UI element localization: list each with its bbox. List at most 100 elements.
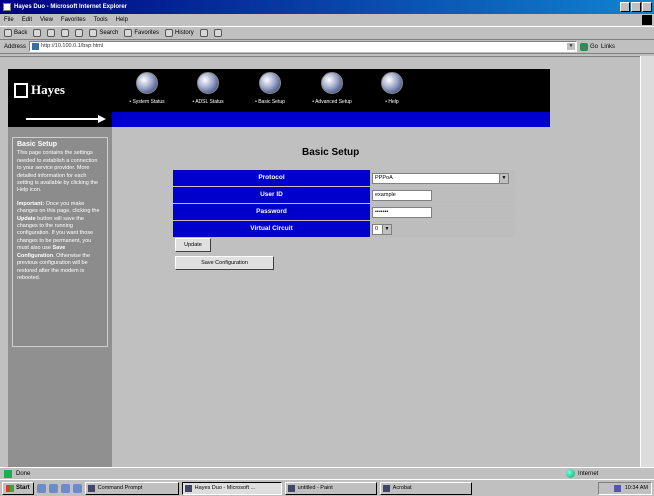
address-dropdown[interactable]: ▼ bbox=[567, 43, 576, 50]
form-row-virtual-circuit: Virtual Circuit 0 ▼ bbox=[173, 221, 515, 237]
home-button[interactable] bbox=[75, 29, 84, 37]
menu-file[interactable]: File bbox=[4, 14, 14, 26]
maximize-button[interactable] bbox=[631, 2, 641, 12]
minimize-button[interactable] bbox=[620, 2, 630, 12]
windows-logo-icon bbox=[642, 15, 652, 25]
stop-button[interactable] bbox=[47, 29, 56, 37]
address-input[interactable]: http://10.100.0.1/bsp.html ▼ bbox=[29, 41, 578, 52]
quicklaunch-ie-icon[interactable] bbox=[48, 483, 58, 493]
task-acrobat[interactable]: Acrobat bbox=[379, 481, 472, 495]
sidebar-title: Basic Setup bbox=[17, 141, 58, 148]
history-icon bbox=[165, 29, 174, 37]
sidebar-intro: This page contains the settings needed t… bbox=[17, 150, 99, 194]
start-button[interactable]: Start bbox=[2, 481, 34, 495]
ie-icon bbox=[3, 3, 11, 11]
basic-setup-icon bbox=[259, 72, 281, 94]
chevron-down-icon: ▼ bbox=[499, 173, 508, 183]
internet-zone-icon bbox=[566, 469, 575, 478]
security-zone: Internet bbox=[566, 469, 598, 478]
arrow-right-icon bbox=[98, 115, 106, 123]
browser-window: Hayes Duo - Microsoft Internet Explorer … bbox=[0, 0, 654, 496]
status-text: Done bbox=[16, 470, 31, 477]
quicklaunch-desktop-icon[interactable] bbox=[36, 483, 46, 493]
page-icon bbox=[32, 43, 40, 50]
refresh-button[interactable] bbox=[61, 29, 70, 37]
password-input[interactable]: ••••••• bbox=[372, 206, 432, 218]
clock: 10:34 AM bbox=[624, 485, 648, 491]
go-arrow-icon bbox=[580, 42, 589, 51]
update-button[interactable]: Update bbox=[175, 238, 211, 252]
home-icon bbox=[75, 29, 84, 37]
quicklaunch-media-icon[interactable] bbox=[72, 483, 82, 493]
virtual-circuit-label: Virtual Circuit bbox=[173, 221, 370, 237]
system-tray: 10:34 AM bbox=[598, 482, 652, 495]
nav-adsl-status[interactable]: • ADSL Status bbox=[182, 72, 234, 112]
header-blue-bar bbox=[8, 112, 550, 127]
mail-icon bbox=[199, 29, 208, 37]
back-icon bbox=[4, 29, 12, 37]
close-button[interactable] bbox=[642, 2, 652, 12]
mail-button[interactable] bbox=[199, 29, 208, 37]
page-content: Hayes • System Status • ADSL Status • Ba… bbox=[0, 56, 640, 468]
arrow-cell bbox=[8, 112, 112, 127]
task-command-prompt[interactable]: Command Prompt bbox=[84, 481, 179, 495]
task-hayes-duo[interactable]: Hayes Duo - Microsoft ... bbox=[181, 481, 282, 495]
adsl-status-icon bbox=[197, 72, 219, 94]
page-title: Basic Setup bbox=[302, 147, 360, 158]
arrow-line bbox=[26, 118, 100, 120]
sidebar-important: Important: Once you make changes on this… bbox=[17, 200, 100, 281]
protocol-select[interactable]: PPPoA ▼ bbox=[372, 172, 509, 184]
stop-icon bbox=[47, 29, 56, 37]
search-button[interactable]: Search bbox=[89, 29, 118, 37]
windows-flag-icon bbox=[6, 484, 14, 492]
form-row-password: Password ••••••• bbox=[173, 204, 515, 220]
form-row-protocol: Protocol PPPoA ▼ bbox=[173, 170, 515, 186]
nav-advanced-setup[interactable]: • Advanced Setup bbox=[306, 72, 358, 112]
nav-basic-setup[interactable]: • Basic Setup bbox=[244, 72, 296, 112]
virtual-circuit-select[interactable]: 0 ▼ bbox=[372, 223, 392, 235]
window-title: Hayes Duo - Microsoft Internet Explorer bbox=[14, 4, 128, 10]
menu-bar: File Edit View Favorites Tools Help bbox=[0, 14, 654, 26]
forward-button[interactable] bbox=[33, 29, 42, 37]
history-button[interactable]: History bbox=[165, 29, 194, 37]
paint-icon bbox=[287, 484, 295, 492]
address-label: Address bbox=[4, 43, 27, 50]
go-button[interactable]: Go bbox=[580, 42, 598, 51]
userid-label: User ID bbox=[173, 187, 370, 203]
back-button[interactable]: Back bbox=[4, 29, 27, 37]
sidebar-help-panel: Basic Setup This page contains the setti… bbox=[12, 137, 108, 347]
standard-toolbar: Back Search Favorites History bbox=[0, 26, 654, 40]
hayes-logo-icon bbox=[14, 82, 28, 98]
vertical-scrollbar[interactable] bbox=[640, 56, 654, 467]
menu-tools[interactable]: Tools bbox=[94, 14, 108, 26]
ie-task-icon bbox=[184, 484, 192, 492]
page-done-icon bbox=[4, 469, 12, 478]
menu-favorites[interactable]: Favorites bbox=[61, 14, 86, 26]
hayes-logo: Hayes bbox=[14, 82, 65, 98]
nav-system-status[interactable]: • System Status bbox=[121, 72, 173, 112]
save-configuration-button[interactable]: Save Configuration bbox=[175, 256, 274, 270]
menu-view[interactable]: View bbox=[40, 14, 53, 26]
help-icon bbox=[381, 72, 403, 94]
protocol-label: Protocol bbox=[173, 170, 370, 186]
sidebar: Basic Setup This page contains the setti… bbox=[8, 127, 112, 468]
favorites-button[interactable]: Favorites bbox=[124, 29, 159, 37]
address-bar: Address http://10.100.0.1/bsp.html ▼ Go … bbox=[0, 40, 654, 54]
menu-edit[interactable]: Edit bbox=[22, 14, 32, 26]
print-icon bbox=[213, 29, 222, 37]
task-paint[interactable]: untitled - Paint bbox=[284, 481, 377, 495]
cmd-icon bbox=[87, 484, 95, 492]
system-status-icon bbox=[136, 72, 158, 94]
links-button[interactable]: Links bbox=[601, 44, 615, 50]
nav-help[interactable]: • Help bbox=[366, 72, 418, 112]
basic-setup-form: Protocol PPPoA ▼ User ID example Passwor… bbox=[173, 170, 515, 238]
print-button[interactable] bbox=[213, 29, 222, 37]
menu-help[interactable]: Help bbox=[116, 14, 128, 26]
password-label: Password bbox=[173, 204, 370, 220]
network-icon[interactable] bbox=[613, 485, 621, 492]
forward-icon bbox=[33, 29, 42, 37]
hayes-header: Hayes • System Status • ADSL Status • Ba… bbox=[8, 69, 550, 112]
userid-input[interactable]: example bbox=[372, 189, 432, 201]
search-icon bbox=[89, 29, 98, 37]
quicklaunch-outlook-icon[interactable] bbox=[60, 483, 70, 493]
